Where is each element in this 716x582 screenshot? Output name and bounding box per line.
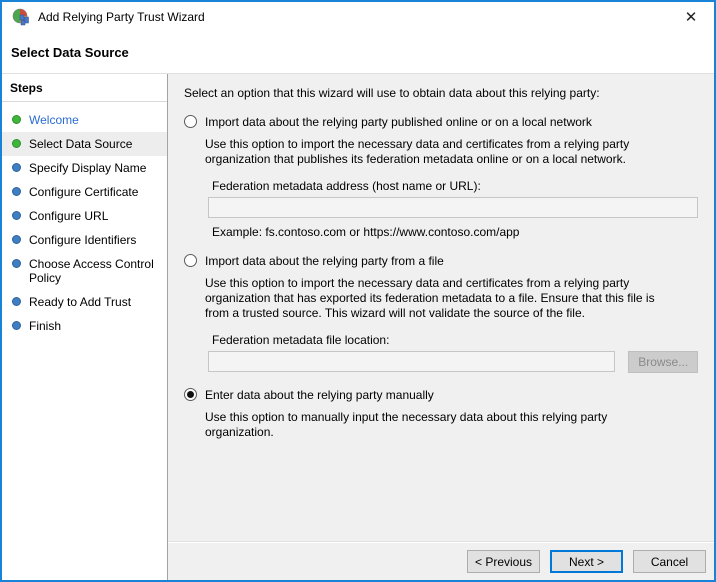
wizard-window: Add Relying Party Trust Wizard ✕ Select … — [0, 0, 716, 582]
radio-enter-manually-label[interactable]: Enter data about the relying party manua… — [205, 387, 434, 402]
close-icon[interactable]: ✕ — [678, 6, 704, 28]
title-bar: Add Relying Party Trust Wizard ✕ — [2, 2, 714, 32]
sidebar-item-ready-to-add-trust: Ready to Add Trust — [2, 290, 167, 314]
cancel-button[interactable]: Cancel — [633, 550, 706, 573]
import-file-description: Use this option to import the necessary … — [205, 276, 655, 320]
radio-import-file[interactable]: Import data about the relying party from… — [184, 253, 698, 268]
steps-sidebar: Steps Welcome Select Data Source Specify… — [2, 74, 168, 580]
step-upcoming-bullet-icon — [12, 235, 21, 244]
step-upcoming-bullet-icon — [12, 259, 21, 268]
radio-import-online[interactable]: Import data about the relying party publ… — [184, 114, 698, 129]
sidebar-item-configure-url: Configure URL — [2, 204, 167, 228]
enter-manually-description: Use this option to manually input the ne… — [205, 410, 608, 439]
step-upcoming-bullet-icon — [12, 297, 21, 306]
window-title: Add Relying Party Trust Wizard — [38, 10, 205, 24]
step-upcoming-bullet-icon — [12, 211, 21, 220]
sidebar-item-specify-display-name: Specify Display Name — [2, 156, 167, 180]
browse-button: Browse... — [628, 351, 698, 373]
sidebar-item-choose-access-control-policy: Choose Access Control Policy — [2, 252, 167, 290]
next-button[interactable]: Next > — [550, 550, 623, 573]
sidebar-item-welcome: Welcome — [2, 108, 167, 132]
radio-import-file-label[interactable]: Import data about the relying party from… — [205, 253, 444, 268]
sidebar-item-finish: Finish — [2, 314, 167, 338]
steps-list: Welcome Select Data Source Specify Displ… — [2, 102, 167, 338]
sidebar-item-configure-identifiers: Configure Identifiers — [2, 228, 167, 252]
sidebar-item-select-data-source: Select Data Source — [2, 132, 167, 156]
radio-unselected-icon[interactable] — [184, 115, 197, 128]
previous-button[interactable]: < Previous — [467, 550, 540, 573]
wizard-button-bar: < Previous Next > Cancel — [168, 542, 714, 580]
steps-heading: Steps — [2, 74, 167, 102]
step-upcoming-bullet-icon — [12, 163, 21, 172]
sidebar-item-configure-certificate: Configure Certificate — [2, 180, 167, 204]
radio-import-online-label[interactable]: Import data about the relying party publ… — [205, 114, 592, 129]
metadata-address-example: Example: fs.contoso.com or https://www.c… — [212, 225, 520, 239]
radio-unselected-icon[interactable] — [184, 254, 197, 267]
radio-enter-manually[interactable]: Enter data about the relying party manua… — [184, 387, 698, 402]
adfs-app-icon — [12, 8, 29, 26]
step-upcoming-bullet-icon — [12, 187, 21, 196]
instruction-text: Select an option that this wizard will u… — [184, 86, 600, 100]
metadata-file-label: Federation metadata file location: — [212, 333, 390, 347]
import-online-description: Use this option to import the necessary … — [205, 137, 630, 166]
page-title: Select Data Source — [11, 45, 129, 60]
step-done-bullet-icon — [12, 115, 21, 124]
radio-selected-icon[interactable] — [184, 388, 197, 401]
main-panel: Select an option that this wizard will u… — [168, 74, 714, 580]
step-done-bullet-icon — [12, 139, 21, 148]
step-upcoming-bullet-icon — [12, 321, 21, 330]
metadata-address-input — [208, 197, 698, 218]
metadata-address-label: Federation metadata address (host name o… — [212, 179, 481, 193]
metadata-file-input — [208, 351, 616, 372]
page-heading-band: Select Data Source — [2, 32, 714, 74]
